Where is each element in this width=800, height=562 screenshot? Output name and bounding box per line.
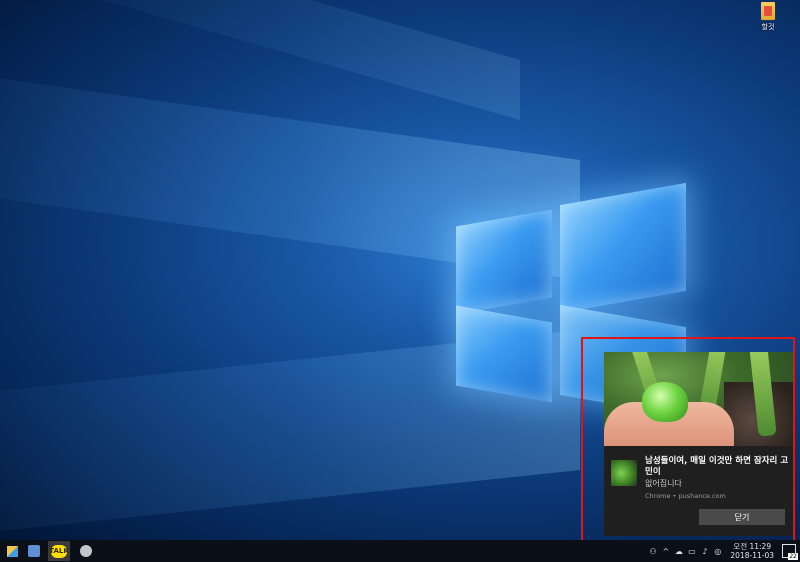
system-tray: ⚇ ^ ☁ ▭ ♪ ◎ 오전 11:29 2018-11-03 22 (648, 540, 800, 562)
notification-count-badge: 22 (788, 553, 798, 560)
notification-toast[interactable]: 남성들이여, 매일 이것만 하면 잠자리 고민이 없어집니다 Chrome • … (604, 352, 794, 536)
network-icon[interactable]: ▭ (687, 547, 696, 556)
close-button[interactable]: 닫기 (699, 509, 785, 525)
notification-source: Chrome • pushance.com (645, 492, 726, 500)
notification-title: 남성들이여, 매일 이것만 하면 잠자리 고민이 (645, 456, 789, 477)
action-center-icon[interactable]: 22 (782, 544, 798, 560)
volume-icon[interactable]: ♪ (700, 547, 709, 556)
notification-message: 없어집니다 (645, 479, 682, 488)
ime-icon[interactable]: ◎ (713, 547, 722, 556)
notification-hero-image (604, 352, 794, 446)
logo-pane (560, 182, 686, 314)
folder-file-icon (761, 2, 775, 20)
internet-explorer-icon[interactable] (26, 543, 42, 559)
logo-pane (456, 209, 552, 315)
taskbar: TALK ⚇ ^ ☁ ▭ ♪ ◎ 오전 11:29 2018-11-03 22 (0, 540, 800, 562)
people-icon[interactable]: ⚇ (648, 547, 657, 556)
windows-start-icon[interactable] (4, 543, 20, 559)
clock-time: 오전 11:29 (733, 542, 772, 551)
desktop-shortcut-label: 할것 (761, 23, 775, 31)
clock-date: 2018-11-03 (730, 551, 774, 560)
logo-pane (456, 305, 552, 403)
desktop-shortcut[interactable]: 할것 (752, 2, 784, 38)
app-icon[interactable] (78, 543, 94, 559)
cloud-icon[interactable]: ☁ (674, 547, 683, 556)
notification-thumbnail (611, 460, 637, 486)
chevron-up-icon[interactable]: ^ (661, 547, 670, 556)
clock[interactable]: 오전 11:29 2018-11-03 (730, 542, 774, 560)
kakaotalk-icon[interactable]: TALK (48, 541, 70, 561)
